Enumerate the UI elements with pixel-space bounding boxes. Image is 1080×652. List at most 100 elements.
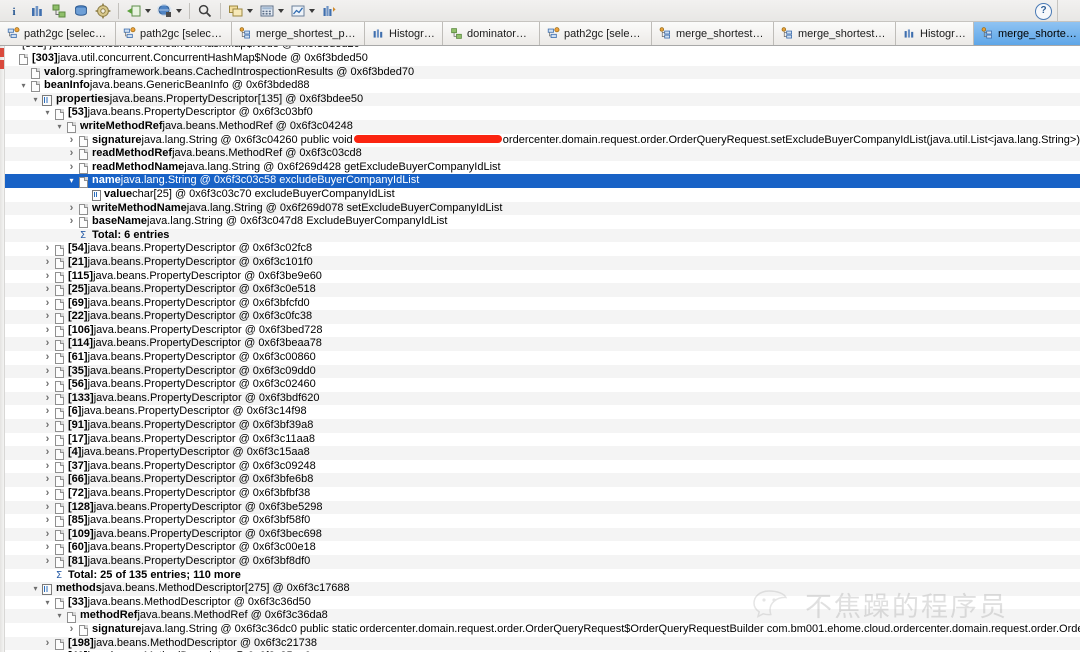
histogram-icon[interactable]: [26, 1, 48, 21]
chevron-down-icon[interactable]: [42, 596, 53, 610]
object-tree-panel[interactable]: [302] java.util.concurrent.ConcurrentHas…: [0, 46, 1080, 652]
chevron-right-icon[interactable]: [66, 215, 77, 229]
chevron-right-icon[interactable]: [42, 297, 53, 311]
tree-row[interactable]: [85] java.beans.PropertyDescriptor @ 0x6…: [0, 514, 1080, 528]
chevron-right-icon[interactable]: [42, 501, 53, 515]
tree-row[interactable]: [21] java.beans.PropertyDescriptor @ 0x6…: [0, 256, 1080, 270]
chevron-right-icon[interactable]: [42, 419, 53, 433]
tree-row[interactable]: [69] java.beans.PropertyDescriptor @ 0x6…: [0, 297, 1080, 311]
tree-row[interactable]: baseName java.lang.String @ 0x6f3c047d8 …: [0, 215, 1080, 229]
tab-6[interactable]: merge_shortest_pa...: [652, 22, 774, 45]
tree-row-selected[interactable]: name java.lang.String @ 0x6f3c03c58 excl…: [0, 174, 1080, 188]
tree-rows-container[interactable]: [303] java.util.concurrent.ConcurrentHas…: [0, 52, 1080, 652]
chevron-right-icon[interactable]: [42, 324, 53, 338]
tree-row[interactable]: [128] java.beans.PropertyDescriptor @ 0x…: [0, 501, 1080, 515]
find-icon[interactable]: [194, 1, 216, 21]
tree-row[interactable]: beanInfo java.beans.GenericBeanInfo @ 0x…: [0, 79, 1080, 93]
tree-row[interactable]: [53] java.beans.PropertyDescriptor @ 0x6…: [0, 106, 1080, 120]
help-button[interactable]: ?: [1035, 3, 1052, 20]
chevron-right-icon[interactable]: [42, 555, 53, 569]
chevron-right-icon[interactable]: [42, 283, 53, 297]
tab-5[interactable]: path2gc [selecti...: [540, 22, 652, 45]
info-icon[interactable]: i: [4, 1, 26, 21]
tree-row[interactable]: [6] java.beans.PropertyDescriptor @ 0x6f…: [0, 405, 1080, 419]
tab-active-9[interactable]: merge_shortest_pa...☒: [974, 22, 1080, 45]
tab-7[interactable]: merge_shortest_pa...: [774, 22, 896, 45]
tab-0[interactable]: path2gc [selecti...: [0, 22, 116, 45]
chevron-right-icon[interactable]: [42, 446, 53, 460]
tree-row[interactable]: [54] java.beans.PropertyDescriptor @ 0x6…: [0, 242, 1080, 256]
tab-3[interactable]: Histogram: [365, 22, 443, 45]
tree-row[interactable]: [22] java.beans.PropertyDescriptor @ 0x6…: [0, 310, 1080, 324]
tree-row[interactable]: value char[25] @ 0x6f3c03c70 excludeBuye…: [0, 188, 1080, 202]
tab-4[interactable]: dominator_tree: [443, 22, 540, 45]
chevron-right-icon[interactable]: [42, 337, 53, 351]
chevron-right-icon[interactable]: [42, 473, 53, 487]
tree-row[interactable]: val org.springframework.beans.CachedIntr…: [0, 66, 1080, 80]
oql-icon[interactable]: [70, 1, 92, 21]
tree-row[interactable]: [37] java.beans.PropertyDescriptor @ 0x6…: [0, 460, 1080, 474]
chevron-right-icon[interactable]: [42, 378, 53, 392]
chevron-down-icon[interactable]: [30, 582, 41, 596]
tree-row[interactable]: [17] java.beans.PropertyDescriptor @ 0x6…: [0, 433, 1080, 447]
tree-row[interactable]: signature java.lang.String @ 0x6f3c04260…: [0, 134, 1080, 148]
tree-row[interactable]: [198] java.beans.MethodDescriptor @ 0x6f…: [0, 637, 1080, 651]
chevron-right-icon[interactable]: [42, 270, 53, 284]
tree-row[interactable]: [114] java.beans.PropertyDescriptor @ 0x…: [0, 337, 1080, 351]
tree-row[interactable]: [60] java.beans.PropertyDescriptor @ 0x6…: [0, 541, 1080, 555]
run-expert-system-icon[interactable]: [123, 1, 154, 21]
tree-row[interactable]: methodRef java.beans.MethodRef @ 0x6f3c3…: [0, 609, 1080, 623]
chevron-right-icon[interactable]: [42, 256, 53, 270]
tree-row[interactable]: [25] java.beans.PropertyDescriptor @ 0x6…: [0, 283, 1080, 297]
leak-suspects-icon[interactable]: [92, 1, 114, 21]
dominator-tree-icon[interactable]: [48, 1, 70, 21]
tree-row[interactable]: properties java.beans.PropertyDescriptor…: [0, 93, 1080, 107]
chevron-right-icon[interactable]: [42, 637, 53, 651]
export-chart-icon[interactable]: [287, 1, 318, 21]
tab-2[interactable]: merge_shortest_pa...: [232, 22, 365, 45]
chevron-down-icon[interactable]: [278, 9, 284, 13]
chevron-right-icon[interactable]: [42, 433, 53, 447]
tree-row[interactable]: [56] java.beans.PropertyDescriptor @ 0x6…: [0, 378, 1080, 392]
tree-row[interactable]: readMethodName java.lang.String @ 0x6f26…: [0, 161, 1080, 175]
group-by-icon[interactable]: [225, 1, 256, 21]
chevron-right-icon[interactable]: [42, 242, 53, 256]
chevron-right-icon[interactable]: [42, 541, 53, 555]
chevron-right-icon[interactable]: [42, 351, 53, 365]
chevron-right-icon[interactable]: [66, 623, 77, 637]
tree-row[interactable]: [61] java.beans.PropertyDescriptor @ 0x6…: [0, 351, 1080, 365]
chevron-down-icon[interactable]: [66, 174, 77, 188]
chevron-right-icon[interactable]: [66, 134, 77, 148]
editor-tab-bar[interactable]: path2gc [selecti...path2gc [selecti...me…: [0, 22, 1080, 46]
tree-row[interactable]: methods java.beans.MethodDescriptor[275]…: [0, 582, 1080, 596]
chevron-down-icon[interactable]: [18, 79, 29, 93]
tab-1[interactable]: path2gc [selecti...: [116, 22, 232, 45]
compare-icon[interactable]: [318, 1, 340, 21]
chevron-right-icon[interactable]: [42, 528, 53, 542]
tree-row[interactable]: Total: 6 entries: [0, 229, 1080, 243]
tree-row[interactable]: [106] java.beans.PropertyDescriptor @ 0x…: [0, 324, 1080, 338]
chevron-down-icon[interactable]: [30, 93, 41, 107]
tree-row[interactable]: [303] java.util.concurrent.ConcurrentHas…: [0, 52, 1080, 66]
query-browser-icon[interactable]: [154, 1, 185, 21]
tab-8[interactable]: Histogram: [896, 22, 974, 45]
chevron-right-icon[interactable]: [42, 392, 53, 406]
chevron-right-icon[interactable]: [66, 147, 77, 161]
tree-row[interactable]: [91] java.beans.PropertyDescriptor @ 0x6…: [0, 419, 1080, 433]
chevron-down-icon[interactable]: [309, 9, 315, 13]
tree-row[interactable]: writeMethodName java.lang.String @ 0x6f2…: [0, 202, 1080, 216]
tree-row[interactable]: writeMethodRef java.beans.MethodRef @ 0x…: [0, 120, 1080, 134]
chevron-right-icon[interactable]: [66, 202, 77, 216]
chevron-right-icon[interactable]: [42, 405, 53, 419]
tree-row[interactable]: signature java.lang.String @ 0x6f3c36dc0…: [0, 623, 1080, 637]
tree-row[interactable]: [133] java.beans.PropertyDescriptor @ 0x…: [0, 392, 1080, 406]
question-mark-icon[interactable]: ?: [1035, 3, 1052, 20]
tree-row[interactable]: [72] java.beans.PropertyDescriptor @ 0x6…: [0, 487, 1080, 501]
tree-row[interactable]: [33] java.beans.MethodDescriptor @ 0x6f3…: [0, 596, 1080, 610]
tree-row[interactable]: [66] java.beans.PropertyDescriptor @ 0x6…: [0, 473, 1080, 487]
chevron-down-icon[interactable]: [54, 609, 65, 623]
chevron-down-icon[interactable]: [42, 106, 53, 120]
chevron-down-icon[interactable]: [54, 120, 65, 134]
calculator-icon[interactable]: [256, 1, 287, 21]
chevron-right-icon[interactable]: [42, 487, 53, 501]
